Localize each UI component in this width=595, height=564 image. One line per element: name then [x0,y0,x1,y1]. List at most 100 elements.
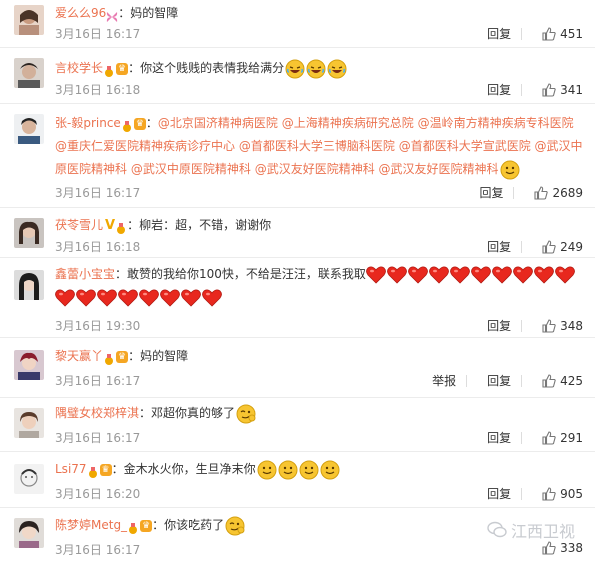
username[interactable]: 言校学长 [55,61,103,75]
medal-icon [87,464,99,478]
heart-emoji-icon [202,288,222,307]
heart-emoji-icon [492,265,512,284]
mention-link[interactable]: @北京国济精神病医院 [158,116,278,130]
vip-badge: ♛ [140,519,153,532]
like-button[interactable]: 249 [542,240,583,254]
colon: ： [128,349,141,363]
avatar[interactable] [14,270,44,300]
username[interactable]: 隅璧女校郑梓淇 [55,406,139,420]
heart-emoji-icon [366,265,386,284]
wink-emoji-icon [236,404,256,423]
heart-emoji-icon [513,265,533,284]
like-button[interactable]: 341 [542,83,583,97]
timestamp: 3月16日 16:18 [55,240,141,254]
like-button[interactable]: 451 [542,27,583,41]
like-button[interactable]: 291 [542,431,583,445]
reply-button[interactable]: 回复 [487,25,511,42]
mention-link[interactable]: @武汉友好医院精神科 [255,162,375,176]
comment-text: 柳岩：超，不错，谢谢你 [139,218,272,232]
wechat-icon [487,521,507,538]
reply-button[interactable]: 回复 [487,429,511,446]
vip-badge: ♛ [116,350,129,363]
watermark-text: 江西卫视 [510,522,575,541]
comment-item: Lsi77 ♛ ：金木水火你，生旦净末你 3月16日 16:20 回复 905 [0,452,595,508]
colon: ： [128,61,141,75]
thumbs-up-icon [542,26,556,41]
username[interactable]: 陈梦婷Metg_ [55,518,127,532]
colon: ： [115,267,128,281]
colon: ： [152,518,165,532]
like-button[interactable]: 2689 [534,186,583,200]
avatar[interactable] [14,58,44,88]
colon: ： [111,462,124,476]
avatar[interactable] [14,114,44,144]
username[interactable]: 黎天赢丫 [55,349,103,363]
thumbs-up-icon [542,82,556,97]
username[interactable]: 茯苓雪儿 [55,218,103,232]
avatar[interactable] [14,218,44,248]
mention-link[interactable]: @重庆仁爱医院精神疾病诊疗中心 [55,139,235,153]
like-count: 451 [560,26,583,41]
username[interactable]: 张-毅prince [55,116,121,130]
comment-item: 隅璧女校郑梓淇：邓超你真的够了 3月16日 16:17 回复 291 [0,398,595,452]
colon: ： [118,6,131,20]
like-count: 338 [560,541,583,555]
comment-item: 茯苓雪儿 V ：柳岩：超，不错，谢谢你 3月16日 16:18 回复 249 [0,208,595,258]
mention-link[interactable]: @武汉中原医院精神科 [131,162,251,176]
like-count: 291 [560,430,583,445]
comment-text: 金木水火你，生旦净末你 [123,462,256,476]
username[interactable]: 爱么么96 [55,6,106,20]
heart-emoji-icon [387,265,407,284]
vip-badge: ♛ [116,62,129,75]
report-button[interactable]: 举报 [432,372,456,389]
timestamp: 3月16日 16:17 [55,543,141,557]
avatar[interactable] [14,518,44,548]
reply-button[interactable]: 回复 [487,485,511,502]
smile-emoji-icon [500,160,520,179]
like-button[interactable]: 425 [542,374,583,388]
butterfly-icon [106,8,118,22]
username[interactable]: Lsi77 [55,462,87,476]
medal-icon [115,220,127,234]
comment-item: 张-毅prince ♛ ：@北京国济精神病医院 @上海精神疾病研究总院 @温岭南方精… [0,104,595,208]
comment-item: 爱么么96 ：妈的智障 3月16日 16:17 回复 451 [0,0,595,48]
laughing-emoji-icon [285,59,305,78]
timestamp: 3月16日 16:17 [55,374,141,388]
avatar[interactable] [14,408,44,438]
timestamp: 3月16日 16:20 [55,487,141,501]
mention-link[interactable]: @武汉友好医院精神科 [379,162,499,176]
comment-item: 黎天赢丫 ♛ ：妈的智障 3月16日 16:17 举报 回复 425 [0,338,595,398]
smile-emoji-icon [257,460,277,479]
heart-emoji-icon [160,288,180,307]
heart-emoji-icon [181,288,201,307]
like-count: 905 [560,486,583,501]
like-button[interactable]: 905 [542,487,583,501]
comment-item: 言校学长 ♛ ：你这个贱贱的表情我给满分 3月16日 16:18 回复 341 [0,48,595,104]
username[interactable]: 鑫蕾小宝宝 [55,267,115,281]
comment-text: 妈的智障 [140,349,189,363]
heart-emoji-icon [118,288,138,307]
avatar[interactable] [14,350,44,380]
like-button[interactable]: 348 [542,319,583,333]
mention-link[interactable]: @上海精神疾病研究总院 [282,116,414,130]
timestamp: 3月16日 16:17 [55,186,141,200]
smile-emoji-icon [320,460,340,479]
reply-button[interactable]: 回复 [479,184,503,201]
reply-button[interactable]: 回复 [487,81,511,98]
avatar[interactable] [14,5,44,35]
reply-button[interactable]: 回复 [487,238,511,255]
thumbs-up-icon [542,239,556,254]
reply-button[interactable]: 回复 [487,317,511,334]
heart-emoji-icon [76,288,96,307]
medal-icon [103,351,115,365]
laughing-emoji-icon [327,59,347,78]
avatar[interactable] [14,464,44,494]
heart-emoji-icon [534,265,554,284]
mention-link[interactable]: @首都医科大学宣武医院 [399,139,531,153]
like-button[interactable]: 338 [542,541,583,555]
heart-emoji-icon [471,265,491,284]
reply-button[interactable]: 回复 [487,372,511,389]
mention-link[interactable]: @温岭南方精神疾病专科医院 [418,116,574,130]
timestamp: 3月16日 16:18 [55,83,141,97]
mention-link[interactable]: @首都医科大学三博脑科医院 [239,139,395,153]
